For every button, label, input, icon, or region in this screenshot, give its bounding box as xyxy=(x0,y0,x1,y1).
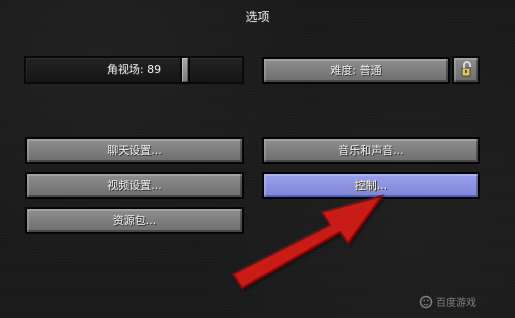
resource-packs-button[interactable]: 资源包... xyxy=(25,207,244,234)
difficulty-button[interactable]: 难度: 普通 xyxy=(262,57,450,84)
controls-button[interactable]: 控制... xyxy=(262,172,480,199)
video-settings-button[interactable]: 视频设置... xyxy=(25,172,244,199)
fov-slider[interactable]: 角视场: 89 xyxy=(24,56,244,84)
fov-slider-handle[interactable] xyxy=(180,56,190,84)
fov-slider-label: 角视场: 89 xyxy=(106,63,162,76)
difficulty-lock-button[interactable] xyxy=(452,56,480,84)
baidu-games-watermark: 百度游戏 xyxy=(419,295,476,309)
chat-settings-button[interactable]: 聊天设置... xyxy=(25,137,244,164)
lock-icon xyxy=(461,61,471,77)
music-sound-button[interactable]: 音乐和声音... xyxy=(262,137,480,164)
watermark-text: 百度游戏 xyxy=(436,296,476,309)
page-title: 选项 xyxy=(245,10,270,24)
